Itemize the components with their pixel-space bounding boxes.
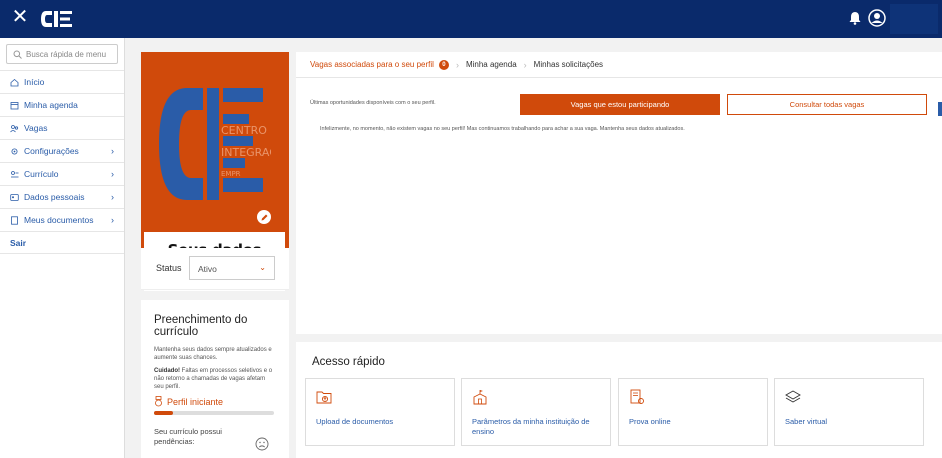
status-value: Ativo — [198, 264, 217, 274]
empty-state-message: Infelizmente, no momento, não existem va… — [320, 126, 685, 132]
status-select[interactable]: Ativo ⌄ — [189, 256, 275, 280]
tab-bar: Vagas associadas para o seu perfil 0 › M… — [296, 52, 942, 78]
quick-card-upload[interactable]: Upload de documentos — [305, 378, 455, 446]
chevron-down-icon: ⌄ — [259, 263, 266, 272]
document-icon — [11, 215, 18, 225]
sidebar-item-dados-pessoais[interactable]: Dados pessoais › — [0, 185, 124, 208]
tab-label: Minhas solicitações — [533, 60, 604, 69]
vacancies-panel: Vagas associadas para o seu perfil 0 › M… — [296, 52, 942, 334]
logout-link[interactable]: Sair — [0, 231, 124, 254]
sidebar-item-vagas[interactable]: Vagas — [0, 116, 124, 139]
top-bar: ✕ — [0, 0, 942, 38]
sidebar-item-label: Vagas — [24, 123, 48, 133]
quick-card-label: Saber virtual — [785, 417, 828, 426]
sidebar-item-configuracoes[interactable]: Configurações › — [0, 139, 124, 162]
sidebar-item-label: Meus documentos — [24, 215, 94, 225]
count-badge: 0 — [438, 59, 449, 70]
chevron-right-icon: › — [111, 215, 114, 225]
status-label: Status — [156, 263, 182, 273]
profile-card: CENTRO DE INTEGRAÇ EMPR Seus dados princ… — [141, 52, 289, 291]
medal-icon — [155, 396, 162, 407]
curriculum-icon — [11, 170, 19, 177]
logo-text: EMPR — [221, 170, 241, 178]
pencil-icon — [261, 214, 267, 220]
gear-icon — [11, 148, 18, 154]
side-tab-handle[interactable] — [938, 102, 942, 116]
breadcrumb-separator: › — [455, 59, 459, 70]
tab-minhas-solicitacoes[interactable]: Minhas solicitações — [534, 60, 603, 69]
profile-level: Perfil iniciante — [154, 396, 276, 407]
sidebar-item-label: Currículo — [24, 169, 59, 179]
edit-photo-button[interactable] — [257, 210, 271, 224]
menu-search-placeholder: Busca rápida de menu — [26, 49, 107, 59]
chevron-right-icon: › — [111, 169, 114, 179]
search-icon — [13, 50, 22, 59]
fill-card-caution: Cuidado! Faltas em processos seletivos e… — [154, 367, 276, 391]
menu-search-input[interactable]: Busca rápida de menu — [6, 44, 118, 64]
chevron-right-icon: › — [111, 146, 114, 156]
sidebar-item-label: Minha agenda — [24, 100, 78, 110]
all-vacancies-button[interactable]: Consultar todas vagas — [727, 94, 927, 115]
user-avatar-icon[interactable] — [868, 9, 886, 27]
layers-icon — [785, 390, 801, 403]
tab-minha-agenda[interactable]: Minha agenda — [466, 60, 517, 69]
ciee-logo-large: CENTRO DE INTEGRAÇ EMPR — [159, 74, 271, 214]
tab-label: Minha agenda — [465, 60, 517, 69]
school-icon — [473, 390, 487, 405]
pending-text: Seu currículo possui pendências: — [154, 427, 222, 446]
status-section: Status Ativo ⌄ — [141, 248, 289, 290]
upload-folder-icon — [316, 391, 332, 404]
sad-face-icon — [255, 437, 269, 451]
tab-label: Vagas associadas para o seu perfil — [310, 60, 434, 69]
sidebar-item-minha-agenda[interactable]: Minha agenda — [0, 93, 124, 116]
home-icon — [10, 78, 19, 86]
bell-icon[interactable] — [848, 11, 862, 25]
quick-card-label: Upload de documentos — [316, 417, 394, 426]
id-card-icon — [10, 193, 19, 201]
sidebar-item-label: Dados pessoais — [24, 192, 85, 202]
profile-level-label: Perfil iniciante — [167, 396, 224, 407]
chevron-right-icon: › — [111, 192, 114, 202]
sidebar: Busca rápida de menu Início Minha agenda… — [0, 38, 125, 458]
close-icon[interactable]: ✕ — [10, 7, 30, 27]
sidebar-item-meus-documentos[interactable]: Meus documentos › — [0, 208, 124, 231]
logout-label: Sair — [10, 237, 27, 248]
ciee-logo[interactable] — [40, 9, 74, 29]
sidebar-item-curriculo[interactable]: Currículo › — [0, 162, 124, 185]
fill-card-title: Preenchimento do currículo — [154, 314, 248, 338]
sidebar-item-label: Configurações — [24, 146, 79, 156]
profile-progress-fill — [154, 411, 174, 415]
tab-vagas-associadas[interactable]: Vagas associadas para o seu perfil 0 — [310, 59, 449, 70]
caution-bold: Cuidado! — [154, 368, 180, 374]
fill-card-text: Mantenha seus dados sempre atualizados e… — [154, 347, 272, 361]
quick-access-panel: Acesso rápido Upload de documentos Parâm… — [296, 342, 942, 458]
users-icon — [10, 124, 19, 132]
breadcrumb-separator: › — [523, 59, 527, 70]
calendar-icon — [10, 101, 19, 109]
sidebar-item-inicio[interactable]: Início — [0, 70, 124, 93]
logo-text: INTEGRAÇ — [221, 146, 271, 159]
user-name-area[interactable] — [890, 4, 938, 34]
quick-card-saber-virtual[interactable]: Saber virtual — [774, 378, 924, 446]
quick-card-label: Parâmetros da minha instituição de ensin… — [472, 417, 590, 436]
logo-text: CENTRO DE — [221, 124, 271, 137]
quick-card-institution[interactable]: Parâmetros da minha instituição de ensin… — [461, 378, 611, 446]
quick-card-label: Prova online — [629, 417, 671, 426]
curriculum-fill-card: Preenchimento do currículo Mantenha seus… — [141, 300, 289, 458]
my-vacancies-button[interactable]: Vagas que estou participando — [520, 94, 720, 115]
profile-progress-bar — [154, 411, 274, 415]
quick-access-title: Acesso rápido — [312, 356, 385, 368]
quick-card-exam[interactable]: Prova online — [618, 378, 768, 446]
sidebar-item-label: Início — [24, 77, 45, 87]
intro-text: Últimas oportunidades disponíveis com o … — [310, 100, 436, 106]
exam-icon — [630, 389, 644, 404]
